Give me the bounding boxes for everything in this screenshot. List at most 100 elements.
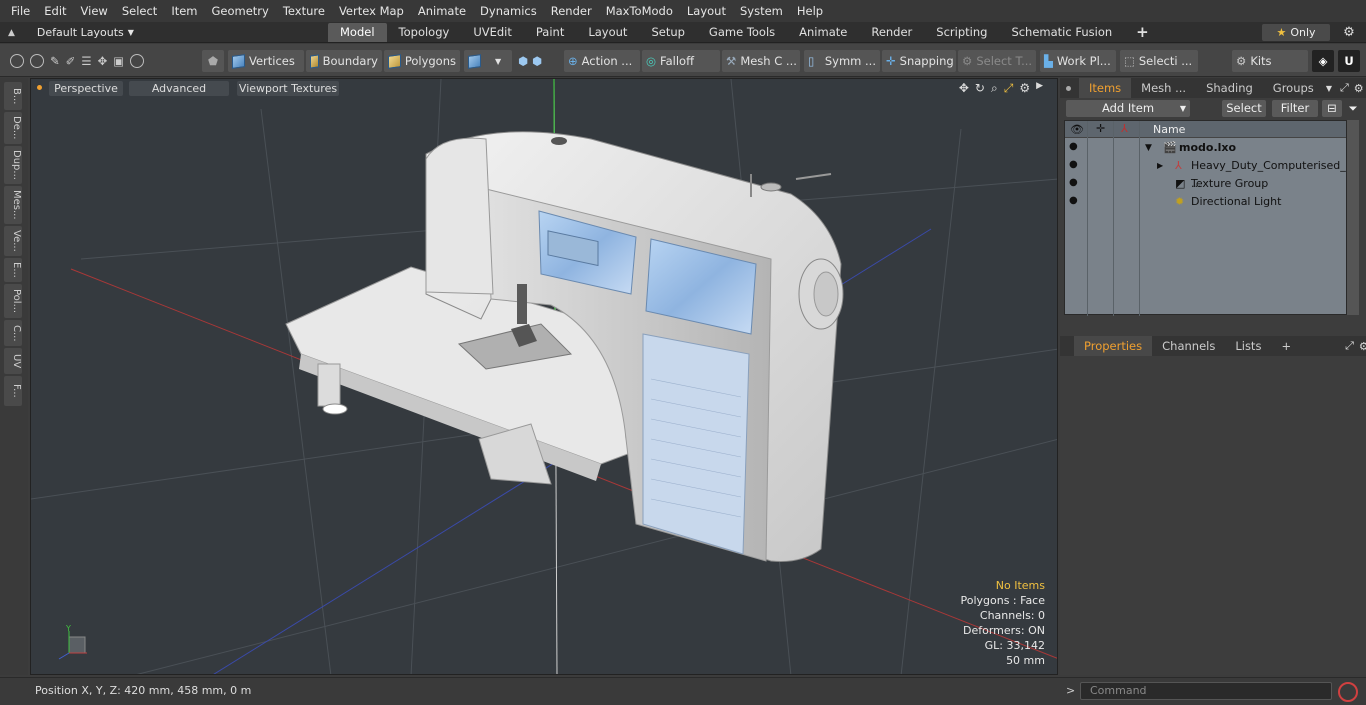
selection-sets-button[interactable]: ⬚ Selecti ... (1120, 50, 1198, 72)
gear-icon[interactable]: ⚙ (1340, 24, 1358, 41)
menu-render[interactable]: Render (544, 0, 599, 22)
3d-viewport[interactable]: Y Perspective Advanced Viewport Textures… (30, 78, 1058, 675)
tab-animate[interactable]: Animate (787, 23, 859, 42)
add-item-button[interactable]: Add Item ▼ (1066, 100, 1190, 117)
visibility-eye-icon[interactable]: ● (1069, 160, 1081, 170)
transform-icon[interactable]: ✥ (98, 54, 108, 68)
menu-texture[interactable]: Texture (276, 0, 332, 22)
scale-icon[interactable]: ▣ (113, 54, 124, 68)
tab-mesh[interactable]: Mesh ... (1131, 78, 1196, 98)
menu-vertex-map[interactable]: Vertex Map (332, 0, 411, 22)
snapping-button[interactable]: ✛ Snapping (882, 50, 956, 72)
globe-icon[interactable] (30, 54, 44, 68)
material-icon[interactable]: ⬢ (518, 54, 528, 68)
only-toggle[interactable]: ★ Only (1262, 24, 1330, 41)
tab-layout[interactable]: Layout (576, 23, 639, 42)
boundary-button[interactable]: Boundary (306, 50, 382, 72)
tab-groups[interactable]: Groups (1263, 78, 1324, 98)
menu-geometry[interactable]: Geometry (205, 0, 276, 22)
menu-system[interactable]: System (733, 0, 790, 22)
add-panel-tab-button[interactable]: + (1271, 336, 1301, 356)
add-tab-button[interactable]: + (1124, 23, 1161, 42)
menu-help[interactable]: Help (790, 0, 830, 22)
filter-button[interactable]: Filter (1272, 100, 1318, 117)
action-button[interactable]: ⊕ Action ... (564, 50, 640, 72)
advanced-button[interactable]: Advanced (129, 81, 229, 96)
zoom-icon[interactable]: ⌕ (991, 81, 998, 96)
menu-select[interactable]: Select (115, 0, 164, 22)
panel-gear-icon[interactable]: ⚙ (1359, 340, 1366, 353)
expand-icon[interactable]: ⤢ (1345, 339, 1354, 353)
align-icon[interactable]: ☰ (81, 54, 91, 68)
vertices-button[interactable]: Vertices (228, 50, 304, 72)
pan-icon[interactable]: ✥ (959, 81, 969, 96)
symmetry-button[interactable]: ▯ Symm ... (804, 50, 880, 72)
item-mode-button[interactable]: ▼ (464, 50, 512, 72)
left-tab-curve[interactable]: C... (4, 320, 22, 346)
tab-uvedit[interactable]: UVEdit (461, 23, 524, 42)
left-tab-basic[interactable]: B... (4, 82, 22, 110)
visibility-eye-icon[interactable]: ● (1069, 196, 1081, 206)
panel-gear-icon[interactable]: ⚙ (1354, 82, 1364, 95)
left-tab-deform[interactable]: De... (4, 112, 22, 144)
polygons-button[interactable]: Polygons (384, 50, 460, 72)
work-plane-button[interactable]: ▙ Work Pl... (1040, 50, 1116, 72)
funnel-button[interactable]: ⏷ (1344, 100, 1362, 117)
select-button[interactable]: Select (1222, 100, 1266, 117)
left-tab-duplicate[interactable]: Dup... (4, 146, 22, 184)
unreal-button[interactable]: U (1338, 50, 1360, 72)
play-icon[interactable]: ▶ (1036, 81, 1043, 96)
tab-scripting[interactable]: Scripting (924, 23, 999, 42)
visibility-eye-icon[interactable]: ● (1069, 142, 1081, 152)
left-tab-fusion[interactable]: F... (4, 376, 22, 406)
kits-button[interactable]: ⚙ Kits (1232, 50, 1308, 72)
menu-maxtomodo[interactable]: MaxToModo (599, 0, 680, 22)
tab-shading[interactable]: Shading (1196, 78, 1263, 98)
viewport-textures-button[interactable]: Viewport Textures (237, 81, 339, 96)
tab-setup[interactable]: Setup (639, 23, 696, 42)
tab-game-tools[interactable]: Game Tools (697, 23, 787, 42)
tree-row-mesh[interactable]: ● ▶ ⅄ Heavy_Duty_Computerised_ ... (1065, 157, 1346, 190)
tab-properties[interactable]: Properties (1074, 336, 1153, 356)
layout-selector[interactable]: ▲ Default Layouts ▼ (8, 22, 134, 43)
tab-render[interactable]: Render (859, 23, 924, 42)
tab-model[interactable]: Model (328, 23, 387, 42)
circle-select-icon[interactable] (10, 54, 24, 68)
collapse-button[interactable]: ⊟ (1322, 100, 1342, 117)
expand-arrow-icon[interactable]: ▶ (1157, 157, 1163, 175)
rotate-icon[interactable] (130, 54, 145, 68)
shield-button[interactable]: ⬟ (202, 50, 224, 72)
tree-row-modo-lxo[interactable]: ● ▼ 🎬 modo.lxo (1065, 139, 1346, 157)
tab-channels[interactable]: Channels (1152, 336, 1225, 356)
maximize-icon[interactable]: ⤢ (1004, 81, 1014, 96)
left-tab-uv[interactable]: UV (4, 348, 22, 374)
tree-row-directional-light[interactable]: ● ✹ Directional Light (1065, 193, 1346, 211)
brush-icon[interactable]: ✐ (66, 54, 76, 68)
tab-items[interactable]: Items (1079, 78, 1132, 98)
unity-button[interactable]: ◈ (1312, 50, 1334, 72)
pen-icon[interactable]: ✎ (50, 54, 60, 68)
menu-edit[interactable]: Edit (37, 0, 73, 22)
record-button[interactable] (1338, 682, 1358, 702)
menu-view[interactable]: View (74, 0, 115, 22)
chevron-down-icon[interactable]: ▼ (1326, 84, 1332, 93)
orbit-icon[interactable]: ↻ (975, 81, 985, 96)
perspective-button[interactable]: Perspective (49, 81, 123, 96)
left-tab-mesh-edit[interactable]: Mes... (4, 186, 22, 224)
tab-lists[interactable]: Lists (1225, 336, 1271, 356)
select-through-button[interactable]: ⚙ Select T... (958, 50, 1036, 72)
menu-item[interactable]: Item (164, 0, 204, 22)
expand-icon[interactable]: ⤢ (1340, 81, 1349, 95)
tab-paint[interactable]: Paint (524, 23, 576, 42)
left-tab-edge[interactable]: E... (4, 258, 22, 282)
viewport-gear-icon[interactable]: ⚙ (1019, 81, 1030, 96)
left-tab-vertex[interactable]: Ve... (4, 226, 22, 256)
tab-topology[interactable]: Topology (387, 23, 462, 42)
command-input[interactable]: Command (1080, 682, 1332, 700)
mesh-constraint-button[interactable]: ⚒ Mesh C ... (722, 50, 800, 72)
tree-row-texture-group[interactable]: ● ◩ Texture Group (1065, 175, 1346, 193)
expand-arrow-icon[interactable]: ▼ (1145, 139, 1152, 157)
left-tab-polygon[interactable]: Pol... (4, 284, 22, 318)
menu-dynamics[interactable]: Dynamics (473, 0, 544, 22)
menu-layout[interactable]: Layout (680, 0, 733, 22)
